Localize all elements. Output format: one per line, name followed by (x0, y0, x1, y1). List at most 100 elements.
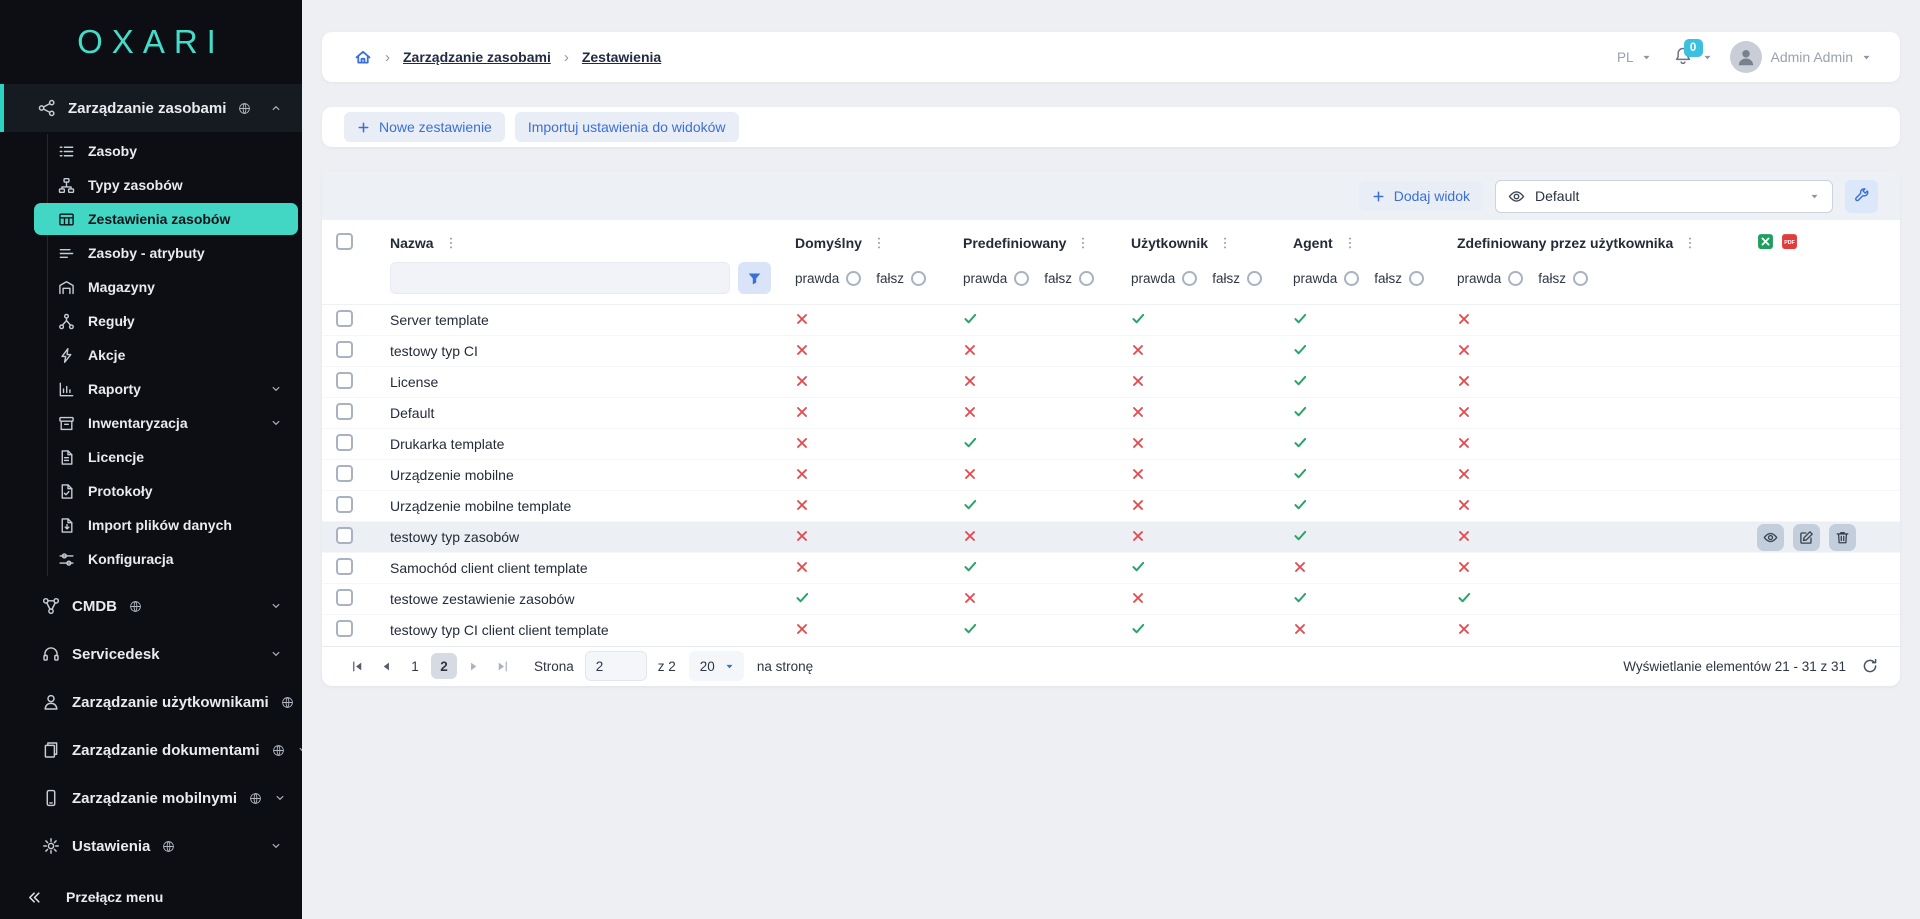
sidebar-item[interactable]: Zarządzanie użytkownikami (0, 678, 302, 726)
filter-false-radio[interactable] (1079, 271, 1094, 286)
table-row[interactable]: Urządzenie mobilne template (322, 491, 1900, 522)
cross-icon (1131, 591, 1145, 605)
sidebar-subitem[interactable]: Konfiguracja (0, 542, 302, 576)
row-checkbox[interactable] (336, 403, 353, 420)
user-menu[interactable]: Admin Admin (1771, 49, 1872, 65)
menu-toggle-button[interactable]: Przełącz menu (0, 875, 302, 919)
table-row[interactable]: testowe zestawienie zasobów (322, 584, 1900, 615)
column-menu-icon[interactable] (1076, 236, 1090, 250)
sidebar-subitem[interactable]: Raporty (0, 372, 302, 406)
row-preview-button[interactable] (1757, 524, 1784, 551)
first-page-button[interactable] (344, 653, 370, 679)
excel-export-icon[interactable] (1757, 233, 1774, 250)
sidebar-subitem[interactable]: Zasoby - atrybuty (0, 236, 302, 270)
sidebar-item[interactable]: Zarządzanie mobilnymi (0, 774, 302, 822)
filter-false-radio[interactable] (911, 271, 926, 286)
row-checkbox[interactable] (336, 589, 353, 606)
table-row[interactable]: Server template (322, 305, 1900, 336)
filter-button[interactable] (738, 262, 771, 294)
row-checkbox[interactable] (336, 310, 353, 327)
filter-false-radio[interactable] (1573, 271, 1588, 286)
filter-true-radio[interactable] (1014, 271, 1029, 286)
column-menu-icon[interactable] (1343, 236, 1357, 250)
sidebar-subitem[interactable]: Inwentaryzacja (0, 406, 302, 440)
home-icon[interactable] (354, 48, 372, 66)
sidebar-item[interactable]: Zarządzanie dokumentami (0, 726, 302, 774)
sidebar-subitem[interactable]: Akcje (0, 338, 302, 372)
sidebar-item[interactable]: Zarządzanie zasobami (0, 84, 302, 132)
refresh-button[interactable] (1862, 658, 1878, 674)
table-row[interactable]: License (322, 367, 1900, 398)
row-checkbox[interactable] (336, 527, 353, 544)
breadcrumb-link-zarzadzanie-zasobami[interactable]: Zarządzanie zasobami (403, 49, 551, 65)
row-checkbox[interactable] (336, 465, 353, 482)
user-avatar[interactable] (1730, 41, 1762, 73)
sidebar-subitem[interactable]: Magazyny (0, 270, 302, 304)
column-menu-icon[interactable] (444, 236, 458, 250)
chevron-down-icon[interactable] (270, 600, 282, 612)
filter-false-radio[interactable] (1409, 271, 1424, 286)
filter-true-radio[interactable] (846, 271, 861, 286)
add-view-button[interactable]: Dodaj widok (1359, 181, 1483, 211)
column-menu-icon[interactable] (1218, 236, 1232, 250)
row-delete-button[interactable] (1829, 524, 1856, 551)
table-row[interactable]: testowy typ CI (322, 336, 1900, 367)
language-selector[interactable]: PL (1617, 50, 1652, 65)
sidebar-item[interactable]: Ustawienia (0, 822, 302, 870)
page-button[interactable]: 2 (431, 653, 457, 679)
row-edit-button[interactable] (1793, 524, 1820, 551)
sidebar-subitem[interactable]: Import plików danych (0, 508, 302, 542)
row-checkbox[interactable] (336, 496, 353, 513)
table-row[interactable]: Samochód client client template (322, 553, 1900, 584)
prev-page-button[interactable] (373, 653, 399, 679)
view-config-button[interactable] (1845, 180, 1878, 213)
chevron-down-icon[interactable] (270, 383, 282, 395)
sidebar-subitem[interactable]: Zasoby (0, 134, 302, 168)
next-page-button[interactable] (460, 653, 486, 679)
import-view-settings-button[interactable]: Importuj ustawienia do widoków (515, 112, 739, 142)
row-checkbox[interactable] (336, 372, 353, 389)
page-size-select[interactable]: 20 (689, 651, 744, 681)
sidebar-subitem[interactable]: Zestawienia zasobów (34, 203, 298, 235)
row-checkbox[interactable] (336, 434, 353, 451)
table-row[interactable]: Drukarka template (322, 429, 1900, 460)
breadcrumb-link-zestawienia[interactable]: Zestawienia (582, 49, 661, 65)
filter-true-radio[interactable] (1508, 271, 1523, 286)
page-button[interactable]: 1 (402, 653, 428, 679)
sidebar-subitem[interactable]: Protokoły (0, 474, 302, 508)
chevron-down-icon[interactable] (270, 648, 282, 660)
column-menu-icon[interactable] (872, 236, 886, 250)
table-row[interactable]: testowy typ zasobów (322, 522, 1900, 553)
new-zestawienie-button[interactable]: Nowe zestawienie (344, 112, 505, 142)
sidebar-item[interactable]: CMDB (0, 582, 302, 630)
sidebar-item[interactable]: Servicedesk (0, 630, 302, 678)
last-page-button[interactable] (489, 653, 515, 679)
sidebar-subitem[interactable]: Licencje (0, 440, 302, 474)
caret-down-icon[interactable] (1702, 52, 1713, 63)
row-checkbox[interactable] (336, 620, 353, 637)
filter-false-radio[interactable] (1247, 271, 1262, 286)
row-checkbox[interactable] (336, 558, 353, 575)
table-row[interactable]: Urządzenie mobilne (322, 460, 1900, 491)
chevron-down-icon[interactable] (270, 417, 282, 429)
row-checkbox[interactable] (336, 341, 353, 358)
sidebar-subitem[interactable]: Reguły (0, 304, 302, 338)
table-row[interactable]: testowy typ CI client client template (322, 615, 1900, 646)
filter-true-radio[interactable] (1344, 271, 1359, 286)
select-all-checkbox[interactable] (336, 233, 353, 250)
pdf-export-icon[interactable]: PDF (1781, 233, 1798, 250)
chevron-down-icon[interactable] (274, 792, 286, 804)
flag-cell (1436, 367, 1736, 398)
sidebar-subitem[interactable]: Typy zasobów (0, 168, 302, 202)
notifications-button[interactable]: 0 (1673, 46, 1693, 69)
view-selector[interactable]: Default (1495, 180, 1833, 213)
check-icon (1293, 528, 1308, 543)
filter-true-radio[interactable] (1182, 271, 1197, 286)
chevron-down-icon[interactable] (270, 840, 282, 852)
chevron-down-icon[interactable] (270, 102, 282, 114)
filter-false-label: fałsz (1538, 271, 1566, 286)
table-row[interactable]: Default (322, 398, 1900, 429)
column-menu-icon[interactable] (1683, 236, 1697, 250)
page-number-input[interactable] (585, 651, 647, 681)
name-filter-input[interactable] (390, 262, 730, 294)
